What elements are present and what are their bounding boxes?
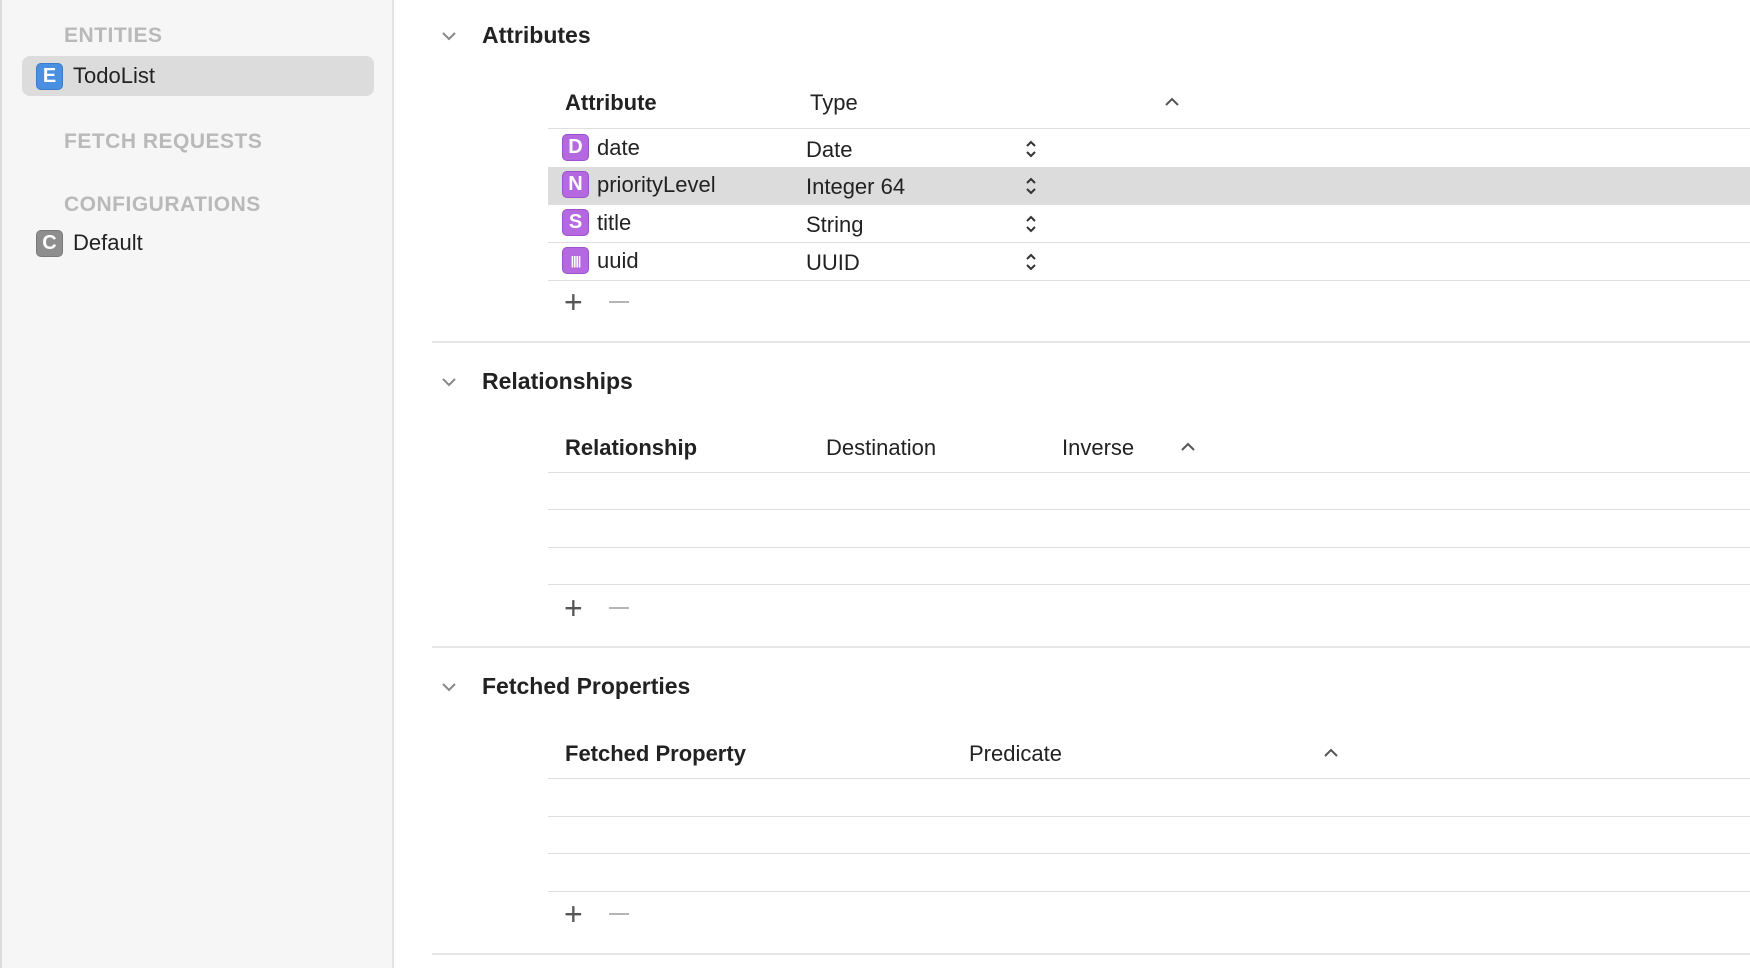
attributes-title: Attributes	[482, 22, 591, 48]
attribute-name: priorityLevel	[597, 171, 716, 197]
relationships-title: Relationships	[482, 368, 633, 394]
uuid-type-icon: ||||	[562, 247, 589, 274]
attribute-row[interactable]: N priorityLevel Integer 64	[548, 167, 1750, 204]
sidebar-item-label: Default	[73, 230, 143, 255]
attribute-row[interactable]: D date Date	[548, 130, 1750, 167]
configuration-icon: C	[36, 229, 63, 257]
attribute-type[interactable]: Integer 64	[806, 174, 905, 200]
configurations-header: CONFIGURATIONS	[64, 193, 261, 216]
add-fetched-property-button[interactable]: +	[564, 898, 583, 930]
attribute-type[interactable]: String	[806, 212, 863, 238]
section-divider	[432, 646, 1750, 648]
remove-relationship-button[interactable]	[608, 607, 629, 609]
stepper-icon[interactable]	[1024, 138, 1038, 160]
sort-ascending-icon[interactable]	[1164, 96, 1180, 108]
column-header-fetched-property[interactable]: Fetched Property	[565, 741, 746, 767]
chevron-down-icon[interactable]	[440, 373, 458, 391]
attribute-type[interactable]: Date	[806, 137, 852, 163]
add-attribute-button[interactable]: +	[564, 286, 583, 318]
sort-ascending-icon[interactable]	[1180, 441, 1196, 453]
stepper-icon[interactable]	[1024, 251, 1038, 273]
column-header-attribute[interactable]: Attribute	[565, 90, 657, 116]
add-relationship-button[interactable]: +	[564, 592, 583, 624]
number-type-icon: N	[562, 171, 589, 198]
column-header-destination[interactable]: Destination	[826, 435, 936, 461]
string-type-icon: S	[562, 209, 589, 236]
attribute-name: title	[597, 209, 632, 235]
sidebar-item-label: TodoList	[73, 63, 155, 88]
chevron-down-icon[interactable]	[440, 27, 458, 45]
column-header-type[interactable]: Type	[810, 90, 858, 116]
sort-ascending-icon[interactable]	[1323, 747, 1339, 759]
section-divider	[432, 953, 1750, 955]
stepper-icon[interactable]	[1024, 213, 1038, 235]
entity-editor: Attributes Attribute Type D date Date N …	[394, 0, 1750, 968]
sidebar: ENTITIES E TodoList FETCH REQUESTS CONFI…	[2, 0, 394, 968]
attribute-row[interactable]: |||| uuid UUID	[548, 243, 1750, 280]
entity-icon: E	[36, 62, 63, 90]
remove-fetched-property-button[interactable]	[608, 913, 629, 915]
fetch-requests-header: FETCH REQUESTS	[64, 130, 263, 153]
chevron-down-icon[interactable]	[440, 678, 458, 696]
attribute-row[interactable]: S title String	[548, 205, 1750, 242]
attribute-name: uuid	[597, 247, 639, 273]
remove-attribute-button[interactable]	[608, 301, 629, 303]
attribute-name: date	[597, 134, 640, 160]
column-header-predicate[interactable]: Predicate	[969, 741, 1062, 767]
date-type-icon: D	[562, 134, 589, 161]
entities-header: ENTITIES	[64, 24, 163, 47]
attribute-type[interactable]: UUID	[806, 250, 860, 276]
column-header-inverse[interactable]: Inverse	[1062, 435, 1134, 461]
stepper-icon[interactable]	[1024, 175, 1038, 197]
column-header-relationship[interactable]: Relationship	[565, 435, 697, 461]
sidebar-item-todolist[interactable]: E TodoList	[22, 56, 374, 96]
sidebar-item-default[interactable]: C Default	[22, 223, 374, 263]
section-divider	[432, 341, 1750, 343]
fetched-properties-title: Fetched Properties	[482, 673, 691, 699]
